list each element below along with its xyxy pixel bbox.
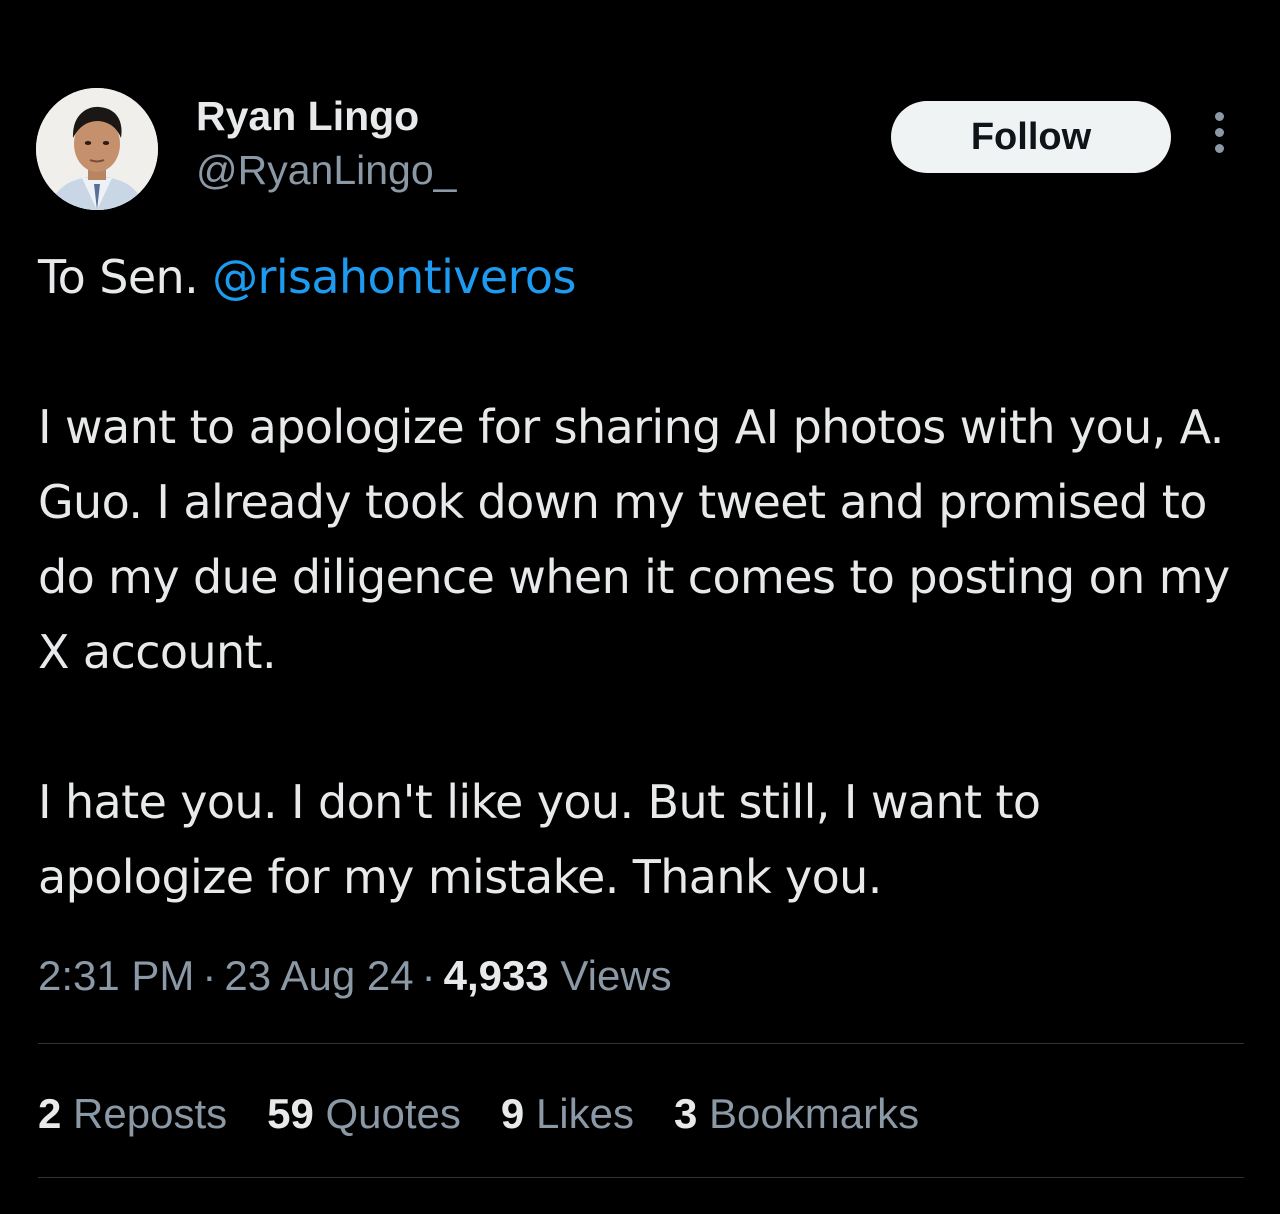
tweet-time[interactable]: 2:31 PM [38,952,194,999]
tweet-text: To Sen. @risahontiveros I want to apolog… [38,240,1238,915]
more-vertical-icon[interactable] [1204,112,1234,160]
bookmarks-count: 3 [674,1090,698,1137]
reposts-count: 2 [38,1090,62,1137]
divider [38,1177,1244,1178]
tweet-meta: 2:31 PM · 23 Aug 24 · 4,933 Views [38,948,672,1004]
views-label: Views [560,952,672,999]
likes-stat[interactable]: 9 Likes [501,1084,634,1144]
follow-button[interactable]: Follow [891,101,1171,173]
author-handle[interactable]: @RyanLingo_ [196,146,456,194]
tweet: Ryan Lingo @RyanLingo_ Follow To Sen. @r… [0,0,1280,1214]
divider [38,1043,1244,1044]
reposts-label: Reposts [73,1090,228,1137]
avatar[interactable] [36,88,158,210]
quotes-count: 59 [267,1090,314,1137]
engagement-stats: 2 Reposts 59 Quotes 9 Likes 3 Bookmarks [38,1084,959,1144]
tweet-line-1: To Sen. @risahontiveros [38,240,1238,315]
quotes-stat[interactable]: 59 Quotes [267,1084,461,1144]
tweet-date[interactable]: 23 Aug 24 [224,952,413,999]
bookmarks-stat[interactable]: 3 Bookmarks [674,1084,919,1144]
tweet-paragraph-2: I want to apologize for sharing AI photo… [38,400,1244,679]
likes-label: Likes [535,1090,635,1137]
likes-count: 9 [500,1090,525,1137]
quotes-label: Quotes [325,1090,461,1137]
tweet-paragraph-3: I hate you. I don't like you. But still,… [38,775,1055,904]
reposts-stat[interactable]: 2 Reposts [38,1084,227,1144]
meta-separator: · [202,952,217,999]
tweet-line-1-prefix: To Sen. [38,250,213,304]
mention-link[interactable]: @risahontiveros [212,250,576,304]
views-count: 4,933 [443,952,549,999]
bookmarks-label: Bookmarks [709,1090,920,1137]
author-display-name[interactable]: Ryan Lingo [196,92,419,140]
profile-photo-icon [36,88,158,210]
meta-separator: · [421,952,436,999]
